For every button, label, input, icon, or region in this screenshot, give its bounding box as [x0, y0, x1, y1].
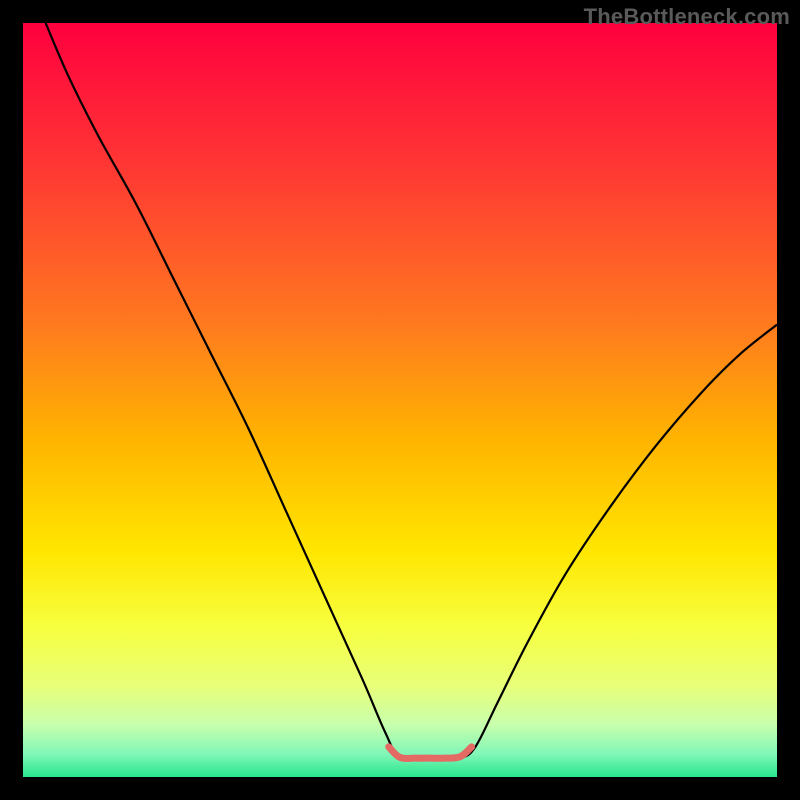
series-bottom-highlight [389, 747, 472, 759]
plot-area [23, 23, 777, 777]
series-curve [46, 23, 777, 760]
chart-container: TheBottleneck.com [0, 0, 800, 800]
curve-layer [23, 23, 777, 777]
watermark-text: TheBottleneck.com [584, 4, 790, 30]
